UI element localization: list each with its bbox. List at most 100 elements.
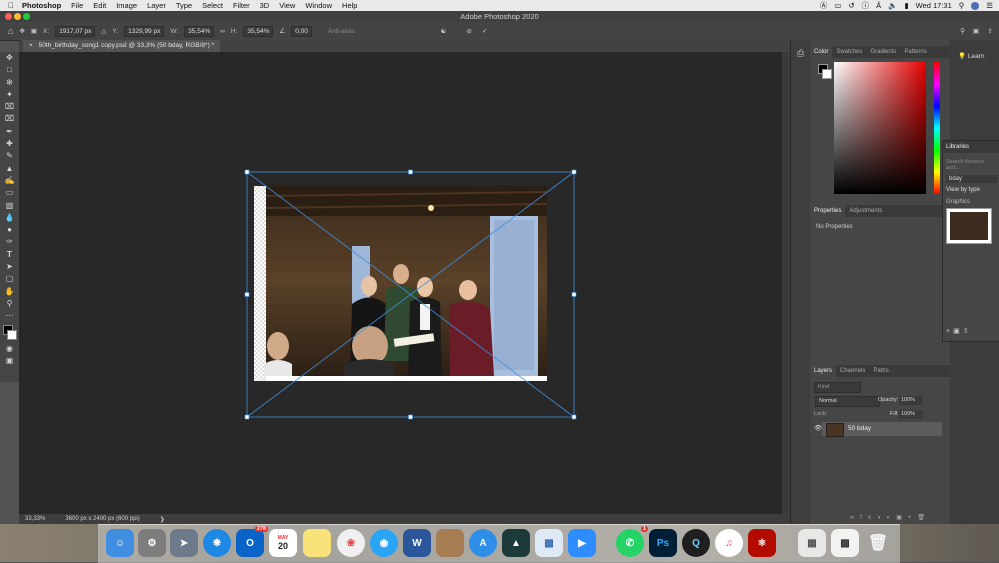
trash-icon[interactable]: 🗑 — [864, 529, 892, 557]
transform-handle[interactable] — [408, 169, 413, 175]
history-panel-icon[interactable]: ⎙ — [797, 48, 811, 59]
layer-row[interactable]: 👁 50 bday — [814, 422, 942, 437]
tab-channels[interactable]: Channels — [836, 365, 869, 377]
view-by-select[interactable]: View by type — [946, 187, 997, 193]
menu-image[interactable]: Image — [116, 1, 137, 10]
quick-mask-icon[interactable]: ◉ — [0, 343, 19, 355]
preview-icon[interactable]: ▩ — [535, 529, 563, 557]
clock[interactable]: Wed 17:31 — [916, 1, 952, 10]
menu-type[interactable]: Type — [176, 1, 192, 10]
dashlane-icon[interactable]: ▲ — [502, 529, 530, 557]
screen-mode-icon[interactable]: ▣ — [0, 355, 19, 367]
user-avatar[interactable] — [971, 1, 980, 10]
menu-select[interactable]: Select — [202, 1, 223, 10]
menu-3d[interactable]: 3D — [260, 1, 270, 10]
layers-footer-icons[interactable]: ∞fx◑◐▣+🗑 — [850, 514, 931, 521]
transform-handle[interactable] — [408, 414, 413, 420]
document-info[interactable]: 3600 px x 2400 px (600 ppi) — [65, 516, 139, 522]
layer-filter-kind[interactable]: Kind — [814, 382, 861, 393]
lasso-tool-icon[interactable]: ✼ — [0, 77, 19, 89]
menu-layer[interactable]: Layer — [147, 1, 166, 10]
finder-icon[interactable]: ☺ — [106, 529, 134, 557]
safari-icon[interactable]: ❋ — [203, 529, 231, 557]
move-tool-icon[interactable]: ✥ — [0, 52, 19, 64]
reference-point-icon[interactable]: ▣ — [31, 27, 37, 35]
menu-app-name[interactable]: Photoshop — [22, 1, 61, 10]
apple-menu-icon[interactable]:  — [8, 1, 14, 10]
menu-filter[interactable]: Filter — [233, 1, 250, 10]
library-select[interactable]: bday — [946, 175, 997, 183]
eyedropper-tool-icon[interactable]: ✒ — [0, 126, 19, 138]
blend-mode-select[interactable]: Normal — [815, 396, 880, 407]
time-machine-icon[interactable]: ↺ — [848, 1, 854, 10]
angle-field[interactable]: 0,00 — [291, 25, 312, 37]
tab-layers[interactable]: Layers — [810, 365, 837, 377]
tab-color[interactable]: Color — [810, 46, 833, 58]
menu-list-icon[interactable]: ☰ — [986, 1, 993, 10]
document-tab[interactable]: × 50th_birthday_song1 copy.psd @ 33,3% (… — [23, 40, 221, 52]
visibility-eye-icon[interactable]: 👁 — [814, 424, 822, 432]
music-icon[interactable]: ♫ — [715, 529, 743, 557]
battery-icon[interactable]: ▮ — [904, 1, 908, 10]
hue-slider[interactable] — [934, 62, 940, 194]
type-tool-icon[interactable]: T — [0, 249, 19, 261]
brush-tool-icon[interactable]: ✎ — [0, 150, 19, 162]
transform-handle[interactable] — [244, 292, 250, 297]
crop-tool-icon[interactable]: ⌧ — [0, 101, 19, 113]
system-preferences-icon[interactable]: ⚙ — [138, 529, 166, 557]
libraries-title[interactable]: Libraries — [943, 141, 999, 153]
tab-gradients[interactable]: Gradients — [866, 46, 900, 58]
quick-select-tool-icon[interactable]: ✦ — [0, 89, 19, 101]
vertical-scrollbar[interactable] — [782, 52, 790, 514]
calendar-icon[interactable]: MAY 20 — [269, 529, 297, 557]
mirroring-icon[interactable]: ▭ — [834, 1, 841, 10]
zoom-level[interactable]: 33,33% — [25, 516, 45, 522]
menu-help[interactable]: Help — [342, 1, 357, 10]
opacity-field[interactable]: 100% — [899, 396, 923, 405]
app-store-icon[interactable]: A — [469, 529, 497, 557]
color-picker-field[interactable] — [834, 62, 926, 194]
antialias-label[interactable]: Anti-alias — [328, 28, 355, 35]
launchpad-icon[interactable]: ➤ — [170, 529, 198, 557]
history-brush-tool-icon[interactable]: ✍ — [0, 175, 19, 187]
whatsapp-icon[interactable]: ✆ 1 — [616, 526, 648, 557]
path-selection-tool-icon[interactable]: ➤ — [0, 261, 19, 273]
search-icon[interactable]: ⚲ — [959, 1, 965, 10]
tab-swatches[interactable]: Swatches — [832, 46, 866, 58]
notebook-icon[interactable] — [436, 529, 464, 557]
clone-stamp-tool-icon[interactable]: ▲ — [0, 163, 19, 175]
zoom-tool-icon[interactable]: ⚲ — [0, 298, 19, 310]
notes-icon[interactable] — [303, 529, 331, 557]
tab-adjustments[interactable]: Adjustments — [845, 205, 886, 217]
pen-tool-icon[interactable]: ✑ — [0, 236, 19, 248]
quicktime-icon[interactable]: Q — [682, 529, 710, 557]
transform-handle[interactable] — [244, 414, 250, 420]
menu-edit[interactable]: Edit — [93, 1, 106, 10]
photos-icon[interactable]: ❀ — [337, 529, 365, 557]
menu-window[interactable]: Window — [305, 1, 332, 10]
bluetooth-icon[interactable]: Å — [876, 1, 881, 10]
messages-icon[interactable]: ◉ — [370, 529, 398, 557]
home-icon[interactable]: ⌂ — [8, 26, 13, 36]
share-icon[interactable]: ⇧ — [988, 27, 993, 35]
close-tab-icon[interactable]: × — [29, 42, 33, 49]
volume-icon[interactable]: 🔈 — [888, 1, 897, 10]
transform-handle[interactable] — [571, 292, 577, 297]
transform-handle[interactable] — [571, 169, 577, 175]
height-field[interactable]: 35,54% — [243, 25, 274, 37]
tab-patterns[interactable]: Patterns — [900, 46, 930, 58]
fill-field[interactable]: 100% — [899, 410, 923, 419]
healing-brush-tool-icon[interactable]: ✚ — [0, 138, 19, 150]
acrobat-icon[interactable]: ⚛ — [748, 529, 776, 557]
delta-icon[interactable]: △ — [101, 27, 106, 35]
transform-handle[interactable] — [244, 169, 250, 175]
search-icon[interactable]: ⚲ — [960, 27, 965, 35]
library-graphic-thumbnail[interactable] — [946, 208, 992, 244]
frame-tool-icon[interactable]: ⌧ — [0, 113, 19, 125]
cancel-transform-icon[interactable]: ⊘ — [466, 27, 471, 35]
x-field[interactable]: 1917,07 px — [55, 25, 96, 37]
zoom-icon[interactable]: ▶ — [568, 529, 596, 557]
menu-view[interactable]: View — [279, 1, 295, 10]
hand-tool-icon[interactable]: ✋ — [0, 286, 19, 298]
transform-handle[interactable] — [571, 414, 577, 420]
